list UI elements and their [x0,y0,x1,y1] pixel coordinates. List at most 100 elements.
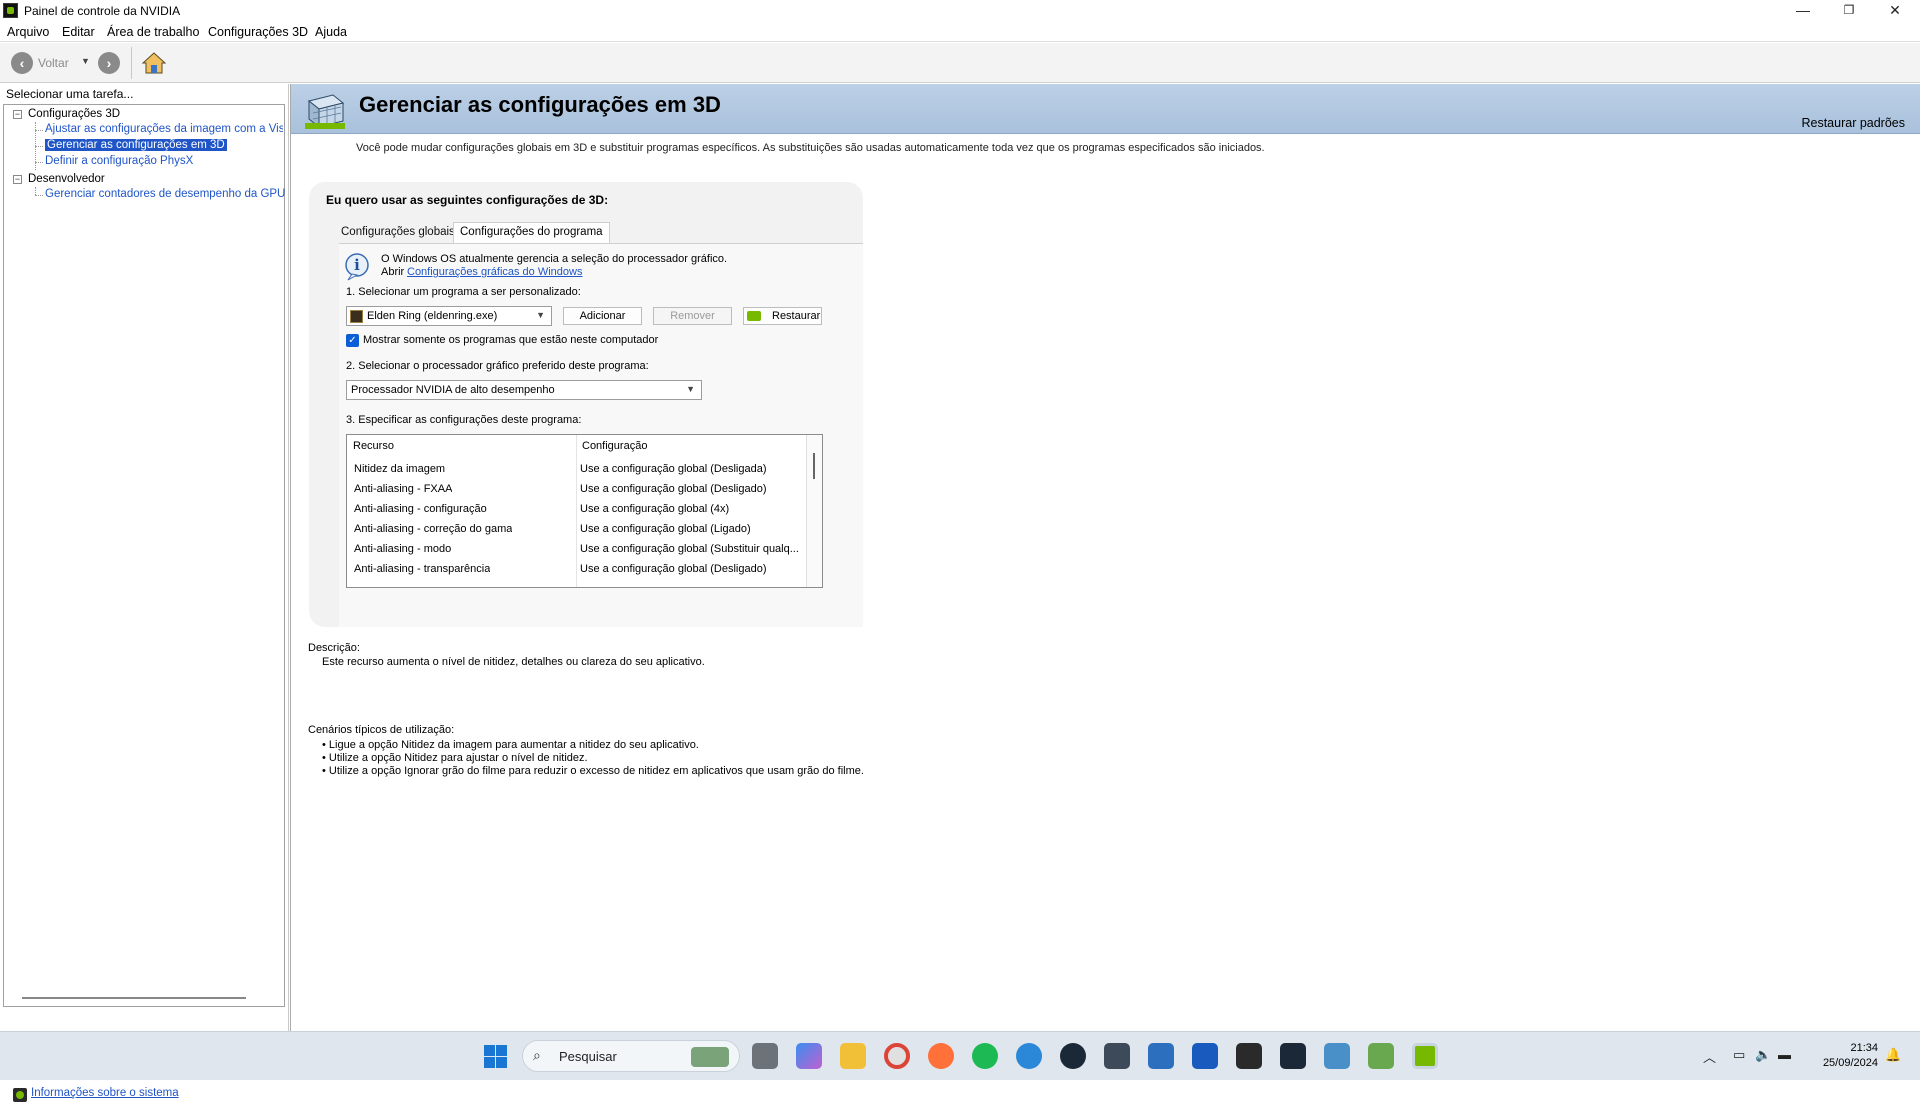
table-row-setting[interactable]: Use a configuração global (Desligado) [580,563,804,575]
tree-connector [35,162,43,163]
remote-desktop-icon[interactable] [1324,1043,1350,1069]
column-separator [576,435,577,587]
home-icon[interactable] [141,51,167,75]
table-row-feature[interactable]: Anti-aliasing - correção do gama [354,523,512,535]
scrollbar-thumb[interactable] [813,453,815,479]
toolbar-divider [131,47,132,79]
minimize-button[interactable]: — [1780,0,1826,22]
table-vertical-scrollbar[interactable] [806,435,822,587]
intro-text: Você pode mudar configurações globais em… [356,142,1265,154]
tree-horizontal-scrollbar[interactable] [22,997,246,999]
maximize-button[interactable]: ❐ [1826,0,1872,22]
tree-item-physx[interactable]: Definir a configuração PhysX [45,155,193,167]
network-icon[interactable]: ▭ [1733,1047,1745,1063]
elden-ring-icon [350,310,363,323]
copilot-icon[interactable] [796,1043,822,1069]
description-text: Este recurso aumenta o nível de nitidez,… [322,656,705,668]
tree-item-ajustar-imagem[interactable]: Ajustar as configurações da imagem com a… [45,123,283,135]
usage-item: • Ligue a opção Nitidez da imagem para a… [322,739,699,751]
add-program-button[interactable]: Adicionar [563,307,642,325]
table-row-setting[interactable]: Use a configuração global (Ligado) [580,523,804,535]
word-icon[interactable] [1192,1043,1218,1069]
globe-app-icon[interactable] [1016,1043,1042,1069]
taskbar-clock[interactable]: 21:34 25/09/2024 [1823,1041,1878,1071]
tree-group-configuracoes-3d[interactable]: Configurações 3D [28,108,120,120]
program-settings-table[interactable]: Recurso Configuração Nitidez da imagem U… [346,434,823,588]
forward-arrow-icon[interactable]: › [98,52,120,74]
settings-heading: Eu quero usar as seguintes configurações… [326,193,609,207]
back-arrow-icon[interactable]: ‹ [11,52,33,74]
nvidia-control-panel-taskbar-icon[interactable] [1412,1043,1438,1069]
table-row-feature[interactable]: Anti-aliasing - transparência [354,563,490,575]
show-installed-only-label: Mostrar somente os programas que estão n… [363,334,659,346]
tab-global-settings[interactable]: Configurações globais [335,223,461,243]
windows-graphics-settings-link[interactable]: Configurações gráficas do Windows [407,266,582,278]
menu-ajuda[interactable]: Ajuda [315,25,347,39]
collapse-toggle-icon[interactable]: − [13,110,22,119]
step3-label: 3. Especificar as configurações deste pr… [346,414,582,426]
spotify-icon[interactable] [972,1043,998,1069]
table-row-feature[interactable]: Anti-aliasing - FXAA [354,483,452,495]
taskbar: ⌕ Pesquisar ︿ ▭ 🔈 ▬ 21:34 25/09/2024 🔔 [0,1031,1920,1080]
tree-item-gerenciar-3d[interactable]: Gerenciar as configurações em 3D [45,139,227,151]
table-row-feature[interactable]: Anti-aliasing - modo [354,543,451,555]
battery-icon[interactable]: ▬ [1778,1047,1791,1062]
restore-program-button[interactable]: Restaurar [743,307,822,325]
table-row-setting[interactable]: Use a configuração global (Substituir qu… [580,543,804,555]
menu-area-de-trabalho[interactable]: Área de trabalho [107,25,199,39]
chrome-icon[interactable] [884,1043,910,1069]
steam-app-icon[interactable] [1280,1043,1306,1069]
taskbar-search-box[interactable]: ⌕ Pesquisar [522,1040,740,1072]
column-header-configuracao[interactable]: Configuração [576,435,806,457]
restore-defaults-link[interactable]: Restaurar padrões [1801,116,1905,130]
column-header-recurso[interactable]: Recurso [347,435,576,457]
file-explorer-icon[interactable] [840,1043,866,1069]
notion-icon[interactable] [1236,1043,1262,1069]
show-installed-only-checkbox[interactable]: ✓ [346,334,359,347]
table-row-feature[interactable]: Nitidez da imagem [354,463,445,475]
menu-arquivo[interactable]: Arquivo [7,25,49,39]
back-history-dropdown-icon[interactable]: ▼ [81,56,90,66]
title-bar: Painel de controle da NVIDIA — ❐ ✕ [0,0,1920,22]
menu-bar: Arquivo Editar Área de trabalho Configur… [0,22,1920,42]
system-info-icon [13,1088,27,1102]
chevron-up-icon[interactable]: ︿ [1703,1047,1716,1066]
calculator-icon[interactable] [1104,1043,1130,1069]
3d-settings-cube-icon [305,94,345,129]
table-row-setting[interactable]: Use a configuração global (Desligado) [580,483,804,495]
description-title: Descrição: [308,642,360,654]
program-select[interactable]: Elden Ring (eldenring.exe) ▼ [346,306,552,326]
tree-group-desenvolvedor[interactable]: Desenvolvedor [28,173,105,185]
gpu-select[interactable]: Processador NVIDIA de alto desempenho ▼ [346,380,702,400]
tree-item-contadores-gpu[interactable]: Gerenciar contadores de desempenho da GP… [45,188,285,200]
collapse-toggle-icon[interactable]: − [13,175,22,184]
notification-bell-icon[interactable]: 🔔 [1885,1047,1901,1063]
volume-icon[interactable]: 🔈 [1755,1047,1771,1063]
remove-program-button[interactable]: Remover [653,307,732,325]
step2-label: 2. Selecionar o processador gráfico pref… [346,360,649,372]
steam-icon[interactable] [1060,1043,1086,1069]
menu-editar[interactable]: Editar [62,25,95,39]
system-info-link[interactable]: Informações sobre o sistema [31,1087,179,1099]
back-button-label[interactable]: Voltar [38,56,69,70]
restore-program-button-label: Restaurar [772,310,821,322]
table-row-setting[interactable]: Use a configuração global (Desligada) [580,463,804,475]
task-pane: Selecionar uma tarefa... − Configurações… [0,84,289,1102]
menu-configuracoes-3d[interactable]: Configurações 3D [208,25,308,39]
usage-item: • Utilize a opção Nitidez para ajustar o… [322,752,588,764]
table-row-setting[interactable]: Use a configuração global (4x) [580,503,804,515]
nvidia-app-icon [3,3,18,18]
page-banner: Gerenciar as configurações em 3D Restaur… [291,84,1920,134]
windows-start-icon[interactable] [483,1044,508,1069]
clock-date: 25/09/2024 [1822,1057,1878,1069]
tree-connector [35,130,43,131]
close-button[interactable]: ✕ [1872,0,1918,22]
firefox-icon[interactable] [928,1043,954,1069]
tree-connector [35,146,43,147]
notepad-icon[interactable] [1148,1043,1174,1069]
green-app-icon[interactable] [1368,1043,1394,1069]
task-pane-header: Selecionar uma tarefa... [6,87,134,101]
tab-program-settings[interactable]: Configurações do programa [453,222,610,244]
table-row-feature[interactable]: Anti-aliasing - configuração [354,503,487,515]
task-view-icon[interactable] [752,1043,778,1069]
